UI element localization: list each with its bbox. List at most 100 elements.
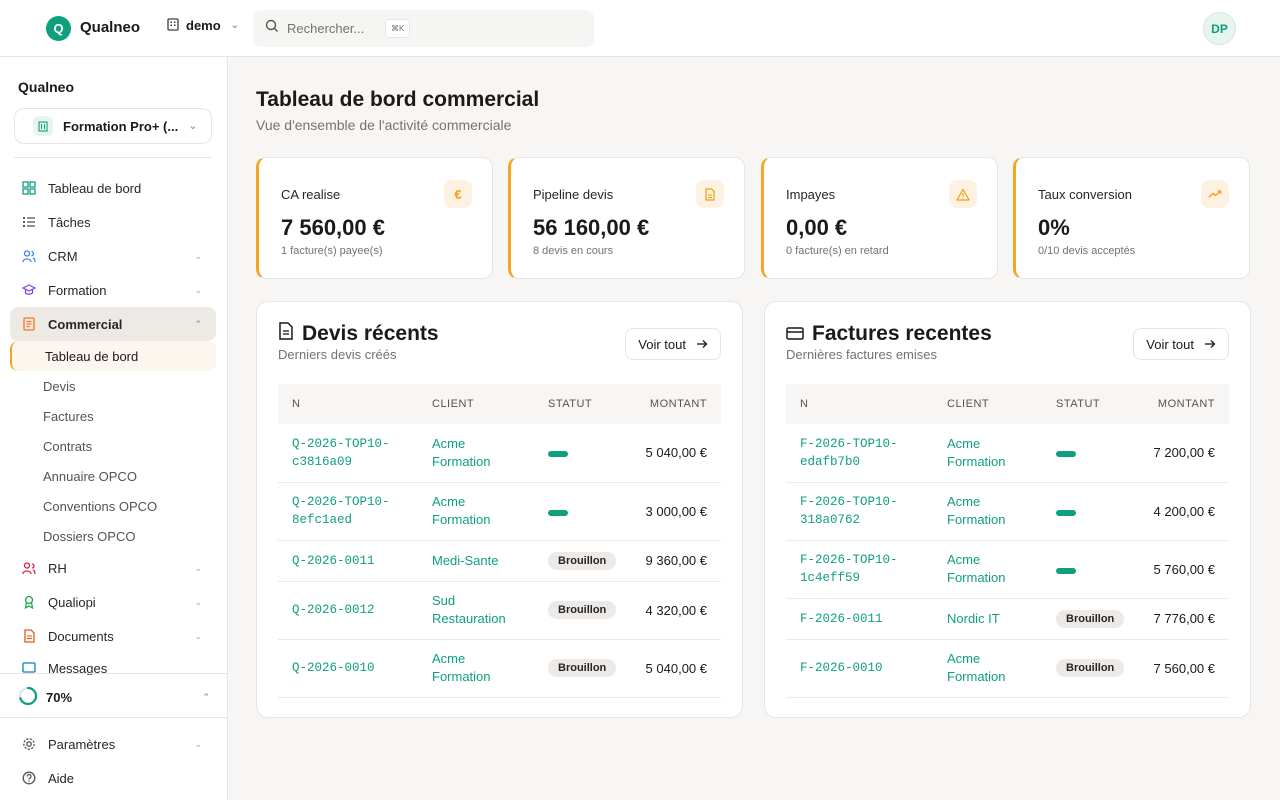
chevron-down-icon: ⌄ — [188, 120, 197, 132]
column-header[interactable]: CLIENT — [418, 384, 534, 424]
row-client-line: Formation — [432, 669, 491, 684]
row-number-link[interactable]: F-2026-TOP10- 1c4eff59 — [786, 540, 933, 598]
submenu-item-annuaire-opco[interactable]: Annuaire OPCO — [10, 461, 216, 491]
submenu-item-contrats[interactable]: Contrats — [10, 431, 216, 461]
factures-table: N CLIENT STATUT MONTANT F-2026-TOP10- eda… — [786, 384, 1229, 698]
row-client-line: Nordic IT — [947, 610, 1000, 626]
sidebar-item-rh[interactable]: RH ⌄ — [10, 551, 216, 585]
table-row[interactable]: Q-2026-0010 Acme Formation Brouillon 5 040,0… — [278, 639, 721, 697]
award-icon — [22, 595, 36, 609]
table-row[interactable]: Q-2026-0011 Medi-Sante Brouillon 9 360,00 € — [278, 540, 721, 581]
submenu-item-dossiers-opco[interactable]: Dossiers OPCO — [10, 521, 216, 551]
table-row[interactable]: F-2026-TOP10- 318a0762 Acme Formation 4 200,… — [786, 482, 1229, 540]
progress-label: 70% — [46, 690, 73, 705]
table-row[interactable]: F-2026-TOP10- 1c4eff59 Acme Formation 5 760,… — [786, 540, 1229, 598]
column-header[interactable]: N — [278, 384, 418, 424]
table-row[interactable]: Q-2026-TOP10- c3816a09 Acme Formation 5 040,… — [278, 424, 721, 482]
row-number-line: c3816a09 — [292, 454, 353, 469]
row-number-link[interactable]: Q-2026-TOP10- 8efc1aed — [278, 482, 418, 540]
column-header[interactable]: STATUT — [534, 384, 622, 424]
table-row[interactable]: F-2026-0011 Nordic IT Brouillon 7 776,00 € — [786, 598, 1229, 639]
row-amount: 7 776,00 € — [1153, 611, 1215, 626]
table-row[interactable]: Q-2026-0012 Sud Restauration Brouillon 4 320… — [278, 581, 721, 639]
table-row[interactable]: F-2026-TOP10- edafb7b0 Acme Formation 7 200,… — [786, 424, 1229, 482]
sidebar-item-aide[interactable]: Aide — [10, 761, 216, 795]
row-number-line: 1c4eff59 — [800, 571, 861, 585]
column-header[interactable]: N — [786, 384, 933, 424]
row-status — [534, 424, 622, 482]
search-box[interactable]: ⌘K — [253, 10, 594, 47]
main-nav: Tableau de bord Tâches CRM ⌄ Formation ⌄… — [10, 171, 216, 675]
row-client-link[interactable]: Acme Formation — [933, 540, 1042, 598]
kpi-card-impayes: Impayes 0,00 € 0 facture(s) en retard — [761, 157, 998, 279]
brand-name[interactable]: Qualneo — [80, 19, 140, 36]
column-header[interactable]: CLIENT — [933, 384, 1042, 424]
voir-tout-factures-button[interactable]: Voir tout — [1133, 328, 1229, 360]
row-client-link[interactable]: Acme Formation — [418, 639, 534, 697]
row-number-link[interactable]: Q-2026-0012 — [278, 581, 418, 639]
row-client-link[interactable]: Acme Formation — [418, 482, 534, 540]
sidebar-item-messages[interactable]: Messages — [10, 653, 216, 675]
row-client-link[interactable]: Acme Formation — [933, 639, 1042, 697]
row-number-link[interactable]: Q-2026-TOP10- c3816a09 — [278, 424, 418, 482]
search-input[interactable] — [287, 21, 377, 36]
kpi-card-pipeline: Pipeline devis 56 160,00 € 8 devis en co… — [508, 157, 745, 279]
row-number-line: F-2026-0011 — [800, 611, 883, 626]
table-row[interactable]: F-2026-0010 Acme Formation Brouillon 7 560,0… — [786, 639, 1229, 697]
submenu-item-conventions-opco[interactable]: Conventions OPCO — [10, 491, 216, 521]
row-client-line: Acme — [947, 435, 981, 451]
avatar[interactable]: DP — [1203, 12, 1236, 45]
row-client-link[interactable]: Nordic IT — [933, 598, 1042, 639]
chevron-up-icon: ⌃ — [194, 318, 202, 329]
status-badge: Brouillon — [548, 551, 617, 570]
column-header[interactable]: MONTANT — [1130, 384, 1229, 424]
card-subtitle: Dernières factures emises — [786, 347, 937, 362]
table-row[interactable]: Q-2026-TOP10- 8efc1aed Acme Formation 3 000,… — [278, 482, 721, 540]
sidebar-item-tableau-de-bord[interactable]: Tableau de bord — [10, 171, 216, 205]
search-shortcut: ⌘K — [385, 19, 411, 38]
sidebar-item-formation[interactable]: Formation ⌄ — [10, 273, 216, 307]
kpi-caption: 8 devis en cours — [533, 245, 614, 257]
row-client-link[interactable]: Medi-Sante — [418, 540, 534, 581]
sidebar-item-qualiopi[interactable]: Qualiopi ⌄ — [10, 585, 216, 619]
chevron-down-icon: ⌄ — [194, 284, 202, 295]
sidebar-item-label: Tâches — [48, 214, 91, 230]
sidebar-item-documents[interactable]: Documents ⌄ — [10, 619, 216, 653]
devis-card: Devis récents Derniers devis créés Voir … — [256, 301, 743, 718]
page-subtitle: Vue d'ensemble de l'activité commerciale — [256, 117, 512, 133]
column-header[interactable]: STATUT — [1042, 384, 1130, 424]
logo[interactable]: Q — [46, 16, 71, 41]
row-number-link[interactable]: F-2026-0010 — [786, 639, 933, 697]
row-status — [534, 482, 622, 540]
tenant-selector[interactable]: Formation Pro+ (... ⌄ — [14, 108, 212, 144]
sidebar-item-parametres[interactable]: Paramètres ⌄ — [10, 727, 216, 761]
submenu-item-devis[interactable]: Devis — [10, 371, 216, 401]
sidebar-item-commercial[interactable]: Commercial ⌃ — [10, 307, 216, 341]
progress-ring-icon — [18, 686, 38, 709]
row-number-line: F-2026-TOP10- — [800, 436, 898, 451]
submenu-item-tableau-de-bord[interactable]: Tableau de bord — [10, 341, 216, 371]
row-number-link[interactable]: F-2026-TOP10- edafb7b0 — [786, 424, 933, 482]
row-client-link[interactable]: Acme Formation — [418, 424, 534, 482]
status-indicator — [548, 509, 568, 516]
column-header[interactable]: MONTANT — [622, 384, 721, 424]
row-client-link[interactable]: Acme Formation — [933, 482, 1042, 540]
row-client-link[interactable]: Acme Formation — [933, 424, 1042, 482]
kpi-label: Impayes — [786, 187, 836, 202]
onboarding-progress[interactable]: 70% ⌃ — [18, 686, 210, 709]
row-number-link[interactable]: F-2026-TOP10- 318a0762 — [786, 482, 933, 540]
row-number-link[interactable]: F-2026-0011 — [786, 598, 933, 639]
kpi-value: 7 560,00 € — [281, 215, 385, 240]
row-client-link[interactable]: Sud Restauration — [418, 581, 534, 639]
row-status: Brouillon — [1042, 598, 1130, 639]
org-name: demo — [186, 18, 221, 33]
row-number-link[interactable]: Q-2026-0010 — [278, 639, 418, 697]
voir-tout-devis-button[interactable]: Voir tout — [625, 328, 721, 360]
row-number-link[interactable]: Q-2026-0011 — [278, 540, 418, 581]
org-switcher[interactable]: demo ⌄ — [166, 17, 239, 34]
divider — [0, 717, 227, 718]
status-indicator — [1056, 509, 1076, 516]
sidebar-item-taches[interactable]: Tâches — [10, 205, 216, 239]
sidebar-item-crm[interactable]: CRM ⌄ — [10, 239, 216, 273]
submenu-item-factures[interactable]: Factures — [10, 401, 216, 431]
